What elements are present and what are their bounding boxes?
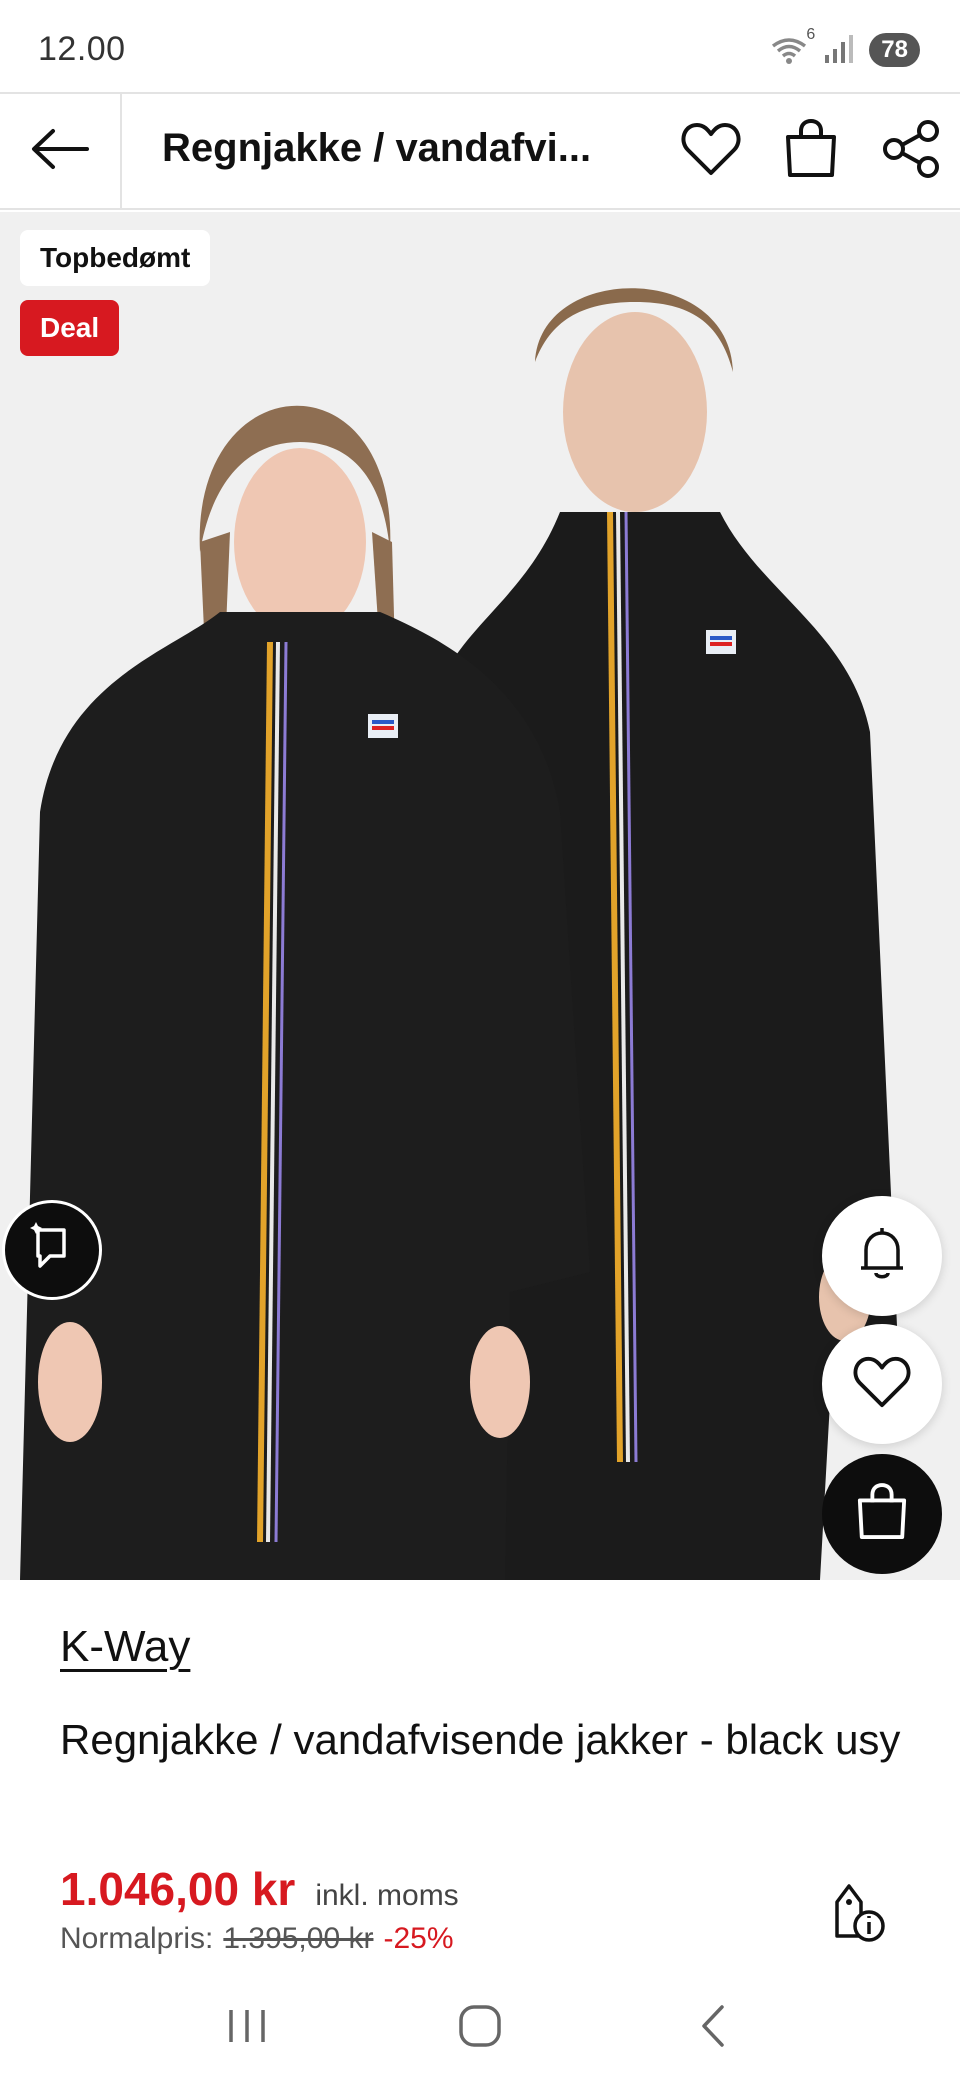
share-icon <box>880 119 942 184</box>
deal-badge: Deal <box>20 300 120 356</box>
heart-icon <box>852 1355 912 1414</box>
home-button[interactable] <box>440 1988 520 2068</box>
top-rated-badge: Topbedømt <box>20 230 211 286</box>
back-button[interactable] <box>0 94 122 208</box>
add-to-bag-button[interactable] <box>822 1454 942 1574</box>
battery-icon: 78 <box>869 33 920 67</box>
bell-icon <box>856 1226 908 1287</box>
status-time: 12.00 <box>38 30 126 68</box>
visual-search-icon <box>24 1220 80 1281</box>
product-image[interactable]: Topbedømt Deal <box>0 212 960 1580</box>
signal-icon <box>823 33 855 68</box>
favorite-button[interactable] <box>822 1324 942 1444</box>
vat-note: inkl. moms <box>315 1879 459 1912</box>
notify-button[interactable] <box>822 1196 942 1316</box>
shopping-bag-icon <box>856 1482 908 1546</box>
brand-link[interactable]: K-Way <box>60 1622 190 1672</box>
share-button[interactable] <box>876 116 946 186</box>
status-bar: 12.00 6 78 <box>0 0 960 92</box>
page-title: Regnjakke / vandafvi... <box>162 126 592 170</box>
price-row: 1.046,00 kr inkl. moms <box>60 1862 459 1916</box>
back-icon <box>698 2003 728 2054</box>
home-icon <box>457 2003 503 2054</box>
arrow-left-icon <box>29 127 91 176</box>
price-info-button[interactable] <box>824 1880 894 1950</box>
product-photo <box>20 288 900 1580</box>
visual-search-button[interactable] <box>2 1200 102 1300</box>
app-header: Regnjakke / vandafvi... <box>0 92 960 210</box>
heart-icon <box>680 121 742 182</box>
current-price: 1.046,00 kr <box>60 1863 296 1915</box>
recent-apps-icon <box>225 2006 269 2051</box>
normal-price-label: Normalpris: <box>60 1922 214 1955</box>
recent-apps-button[interactable] <box>207 1988 287 2068</box>
bag-button[interactable] <box>776 116 846 186</box>
system-back-button[interactable] <box>673 1988 753 2068</box>
wifi-icon: 6 <box>769 26 815 66</box>
price-tag-info-icon <box>829 1882 889 1949</box>
normal-price: 1.395,00 kr <box>223 1922 374 1955</box>
shopping-bag-icon <box>784 118 838 184</box>
normal-price-row: Normalpris: 1.395,00 kr -25% <box>60 1922 454 1956</box>
product-name: Regnjakke / vandafvisende jakker - black… <box>60 1716 901 1763</box>
system-nav-bar <box>0 1976 960 2080</box>
wifi-label: 6 <box>806 26 816 43</box>
wishlist-button[interactable] <box>676 116 746 186</box>
status-icons: 6 78 <box>769 26 920 70</box>
discount-badge: -25% <box>383 1922 454 1955</box>
